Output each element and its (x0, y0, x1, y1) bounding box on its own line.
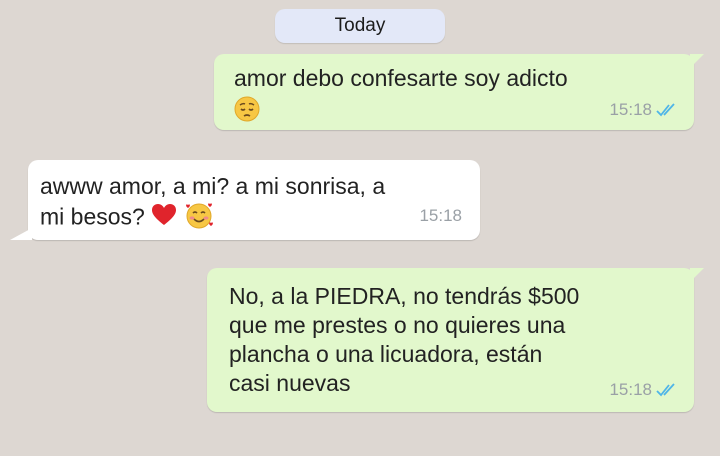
date-separator-label: Today (334, 15, 386, 36)
message-bubble-incoming[interactable]: awww amor, a mi? a mi sonrisa, a mi beso… (10, 160, 480, 240)
message-bubble-outgoing[interactable]: amor debo confesarte soy adicto 15:18 (214, 54, 704, 130)
message-text: No, a la PIEDRA, no tendrás $500 que me … (229, 283, 580, 396)
message-text: awww amor, a mi? a mi sonrisa, a mi beso… (40, 172, 385, 236)
chat-view: Today amor debo confesarte soy adicto 15… (0, 0, 720, 456)
red-heart-icon (151, 203, 177, 234)
pensive-face-icon (234, 96, 260, 129)
read-receipt-icon (656, 382, 675, 396)
message-time: 15:18 (609, 380, 652, 399)
smiling-face-with-hearts-icon (184, 201, 214, 236)
message-time: 15:18 (419, 206, 462, 225)
message-meta: 15:18 (609, 375, 680, 404)
date-separator: Today (275, 9, 445, 43)
message-meta: 15:18 (419, 201, 462, 230)
read-receipt-icon (656, 102, 675, 116)
message-bubble-outgoing[interactable]: No, a la PIEDRA, no tendrás $500 que me … (207, 268, 704, 412)
message-text: amor debo confesarte soy adicto (234, 65, 568, 91)
message-time: 15:18 (609, 100, 652, 119)
message-meta: 15:18 (609, 95, 680, 124)
